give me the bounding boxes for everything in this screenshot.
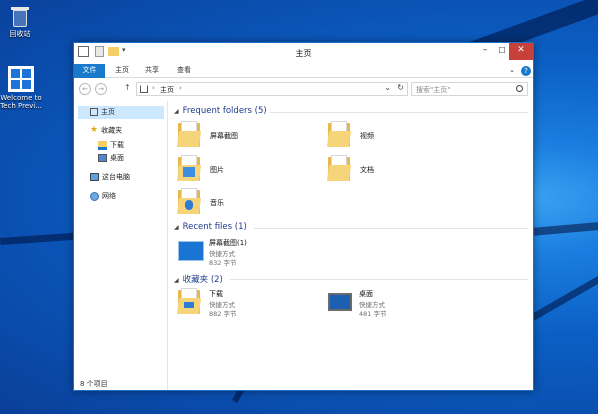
item-name: 下载 — [209, 290, 223, 298]
section-title: 收藏夹 (2) — [182, 275, 223, 285]
search-placeholder: 搜索"主页" — [416, 86, 451, 94]
documents-folder-icon — [326, 155, 352, 181]
videos-folder-icon — [326, 121, 352, 147]
windows-logo-icon — [8, 66, 34, 92]
nav-item-label: 收藏夹 — [101, 126, 123, 135]
maximize-button[interactable]: ☐ — [495, 43, 509, 60]
screenshots-folder-icon — [176, 121, 202, 147]
nav-item-label: 下载 — [110, 141, 124, 149]
explorer-window: ▾ 主页 – ☐ ✕ 文件 主页 共享 查看 ⌄ ? ← → ↑ › 主页 › … — [73, 42, 534, 391]
collapse-triangle-icon: ◢ — [174, 108, 179, 115]
music-folder-icon — [176, 188, 202, 214]
downloads-folder-icon — [176, 288, 202, 314]
address-dropdown-button[interactable]: ⌄ — [384, 83, 391, 92]
collapse-triangle-icon: ◢ — [174, 277, 179, 284]
breadcrumb-separator-icon: › — [152, 84, 155, 92]
section-title: Recent files (1) — [182, 222, 247, 232]
item-name: 视频 — [360, 132, 374, 140]
nav-item-downloads[interactable]: 下载 — [98, 139, 124, 152]
favorite-item-desktop[interactable]: 桌面 快捷方式 481 字节 — [328, 288, 468, 322]
tab-view[interactable]: 查看 — [170, 64, 198, 78]
item-name: 屏幕截图 — [210, 132, 238, 140]
title-bar[interactable]: ▾ 主页 – ☐ ✕ — [74, 43, 533, 63]
item-size: 481 字节 — [359, 310, 387, 318]
item-name: 音乐 — [210, 199, 224, 207]
search-icon — [516, 85, 523, 92]
section-divider — [254, 228, 528, 229]
item-name: 屏幕截图(1) — [209, 239, 247, 247]
tab-home[interactable]: 主页 — [108, 64, 136, 78]
help-button[interactable]: ? — [521, 66, 531, 76]
breadcrumb-separator-icon: › — [179, 84, 182, 92]
folder-item-videos[interactable]: 视频 — [326, 121, 468, 149]
search-input[interactable]: 搜索"主页" — [411, 82, 528, 96]
navigation-pane: 主页 ★ 收藏夹 下载 桌面 这台电脑 网络 — [74, 101, 168, 390]
content-pane: ◢Frequent folders (5) 屏幕截图 视频 图片 文档 音乐 — [170, 101, 532, 390]
item-size: 832 字节 — [209, 259, 237, 267]
nav-item-label: 网络 — [102, 192, 116, 200]
favorite-item-downloads[interactable]: 下载 快捷方式 882 字节 — [176, 288, 318, 322]
status-bar-item-count: 8 个项目 — [80, 380, 108, 388]
nav-item-label: 桌面 — [110, 154, 124, 162]
item-name: 文档 — [360, 166, 374, 174]
desktop-icon — [98, 154, 107, 162]
up-button[interactable]: ↑ — [124, 83, 131, 92]
section-divider — [230, 279, 528, 280]
folder-item-pictures[interactable]: 图片 — [176, 155, 318, 183]
desktop-icon-welcome[interactable]: Welcome to Tech Previ... — [0, 66, 46, 110]
folder-item-screenshots[interactable]: 屏幕截图 — [176, 121, 318, 149]
desktop-icon-label: Welcome to Tech Previ... — [0, 94, 42, 110]
window-title: 主页 — [295, 49, 312, 58]
folder-item-music[interactable]: 音乐 — [176, 188, 318, 216]
breadcrumb-current[interactable]: 主页 — [160, 85, 174, 95]
item-size: 882 字节 — [209, 310, 237, 318]
section-header-favorites[interactable]: ◢ 收藏夹 (2) — [174, 273, 223, 285]
nav-item-desktop[interactable]: 桌面 — [98, 152, 124, 165]
collapse-triangle-icon: ◢ — [174, 224, 179, 231]
recent-file-item[interactable]: 屏幕截图(1) 快捷方式 832 字节 — [178, 237, 358, 271]
desktop-icon-label: 回收站 — [9, 30, 31, 38]
home-icon — [140, 85, 148, 93]
tab-share[interactable]: 共享 — [138, 64, 166, 78]
star-icon: ★ — [90, 125, 99, 135]
section-title: Frequent folders (5) — [182, 106, 267, 116]
screenshot-thumbnail-icon — [178, 241, 204, 261]
computer-icon — [90, 173, 99, 181]
network-icon — [90, 191, 99, 201]
ribbon-expand-button[interactable]: ⌄ — [506, 64, 518, 78]
nav-item-this-pc[interactable]: 这台电脑 — [90, 171, 130, 184]
section-header-frequent[interactable]: ◢ Frequent folders (5) — [174, 106, 267, 118]
pictures-folder-icon — [176, 155, 202, 181]
nav-item-label: 主页 — [101, 108, 115, 116]
item-name: 图片 — [210, 166, 224, 174]
ribbon-tabs: 文件 主页 共享 查看 ⌄ ? — [74, 63, 533, 78]
minimize-button[interactable]: – — [475, 43, 495, 60]
nav-item-label: 这台电脑 — [102, 173, 130, 181]
section-divider — [270, 112, 528, 113]
close-button[interactable]: ✕ — [509, 43, 533, 60]
forward-button[interactable]: → — [95, 83, 107, 95]
nav-item-favorites[interactable]: ★ 收藏夹 — [90, 124, 122, 137]
back-button[interactable]: ← — [79, 83, 91, 95]
desktop-icon-recycle-bin[interactable]: 回收站 — [0, 4, 44, 38]
downloads-icon — [98, 140, 107, 150]
desktop-shortcut-icon — [328, 293, 352, 311]
recycle-bin-icon — [10, 4, 30, 28]
refresh-button[interactable]: ↻ — [397, 83, 404, 92]
item-name: 桌面 — [359, 290, 373, 298]
home-icon — [90, 108, 98, 116]
nav-item-home[interactable]: 主页 — [78, 106, 164, 119]
tab-file[interactable]: 文件 — [74, 64, 105, 78]
section-header-recent[interactable]: ◢ Recent files (1) — [174, 222, 247, 234]
nav-item-network[interactable]: 网络 — [90, 190, 116, 203]
address-field[interactable]: › 主页 › ⌄ ↻ — [136, 82, 408, 96]
folder-item-documents[interactable]: 文档 — [326, 155, 468, 183]
address-bar-row: ← → ↑ › 主页 › ⌄ ↻ 搜索"主页" — [74, 79, 533, 99]
